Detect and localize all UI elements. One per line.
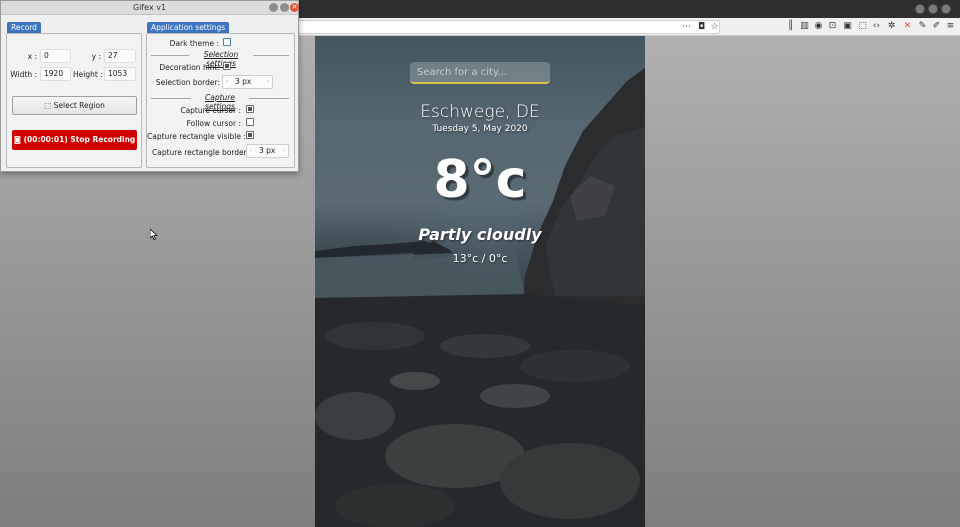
- divider: [151, 98, 191, 99]
- divider: [253, 55, 289, 56]
- url-bar[interactable]: ⋯ ◘ ☆: [296, 20, 720, 34]
- pen-icon[interactable]: ✐: [931, 21, 942, 32]
- decrement-icon[interactable]: ‹: [226, 76, 228, 88]
- city-name: Eschwege, DE: [420, 102, 540, 122]
- region-icon: ⬚: [44, 101, 52, 110]
- record-icon: ◙: [13, 135, 21, 144]
- weather-condition: Partly cloudly: [418, 225, 542, 244]
- capture-rect-border-spinbox[interactable]: ‹ 3 px ›: [246, 144, 289, 158]
- select-region-label: Select Region: [53, 101, 105, 110]
- tab-record[interactable]: Record: [7, 22, 41, 33]
- gifex-window: Gifex v1 ✕ Record x : 0 y : 27 Width : 1…: [0, 0, 299, 172]
- selection-border-value: 3 px: [235, 77, 252, 86]
- decrement-icon[interactable]: ‹: [250, 145, 252, 157]
- library-icon[interactable]: ║: [785, 21, 796, 32]
- maximize-icon[interactable]: [280, 3, 289, 12]
- minimize-icon[interactable]: [269, 3, 278, 12]
- weather-app: Eschwege, DE Tuesday 5, May 2020 8°c Par…: [315, 36, 645, 527]
- settings-icon[interactable]: ✲: [886, 21, 897, 32]
- capture-rect-border-value: 3 px: [259, 146, 276, 155]
- height-input[interactable]: 1053: [104, 67, 136, 81]
- decoration-hint-label: Decoration hint:: [159, 63, 220, 72]
- width-input[interactable]: 1920: [40, 67, 71, 81]
- capture-cursor-checkbox[interactable]: [246, 105, 254, 113]
- width-label: Width :: [10, 70, 37, 79]
- follow-cursor-label: Follow cursor :: [186, 119, 241, 128]
- divider: [151, 55, 189, 56]
- temperature-range: 13°c / 0°c: [452, 252, 508, 265]
- pocket-icon[interactable]: ◘: [696, 22, 707, 33]
- bookmark-star-icon[interactable]: ☆: [709, 22, 720, 33]
- devtools-icon[interactable]: ‹›: [871, 21, 882, 32]
- y-label: y :: [91, 52, 101, 61]
- account-icon[interactable]: ◉: [813, 21, 824, 32]
- x-input[interactable]: 0: [40, 49, 71, 63]
- selection-border-spinbox[interactable]: ‹ 3 px ›: [222, 75, 273, 89]
- x-label: x :: [27, 52, 37, 61]
- tab-application-settings[interactable]: Application settings: [147, 22, 230, 33]
- increment-icon[interactable]: ›: [283, 145, 285, 157]
- capture-rect-visible-checkbox[interactable]: [246, 131, 254, 139]
- eyedropper-icon[interactable]: ✎: [917, 21, 928, 32]
- dark-theme-checkbox[interactable]: [223, 38, 231, 46]
- capture-rect-border-label: Capture rectangle border :: [152, 148, 252, 157]
- select-region-button[interactable]: ⬚ Select Region: [12, 96, 137, 115]
- date-label: Tuesday 5, May 2020: [432, 124, 528, 134]
- dark-theme-label: Dark theme :: [169, 39, 219, 48]
- close-icon[interactable]: [941, 4, 951, 14]
- window-title: Gifex v1: [132, 3, 167, 12]
- screenshot-icon[interactable]: ⊡: [827, 21, 838, 32]
- gifex-titlebar[interactable]: Gifex v1 ✕: [1, 1, 299, 15]
- stop-recording-button[interactable]: ◙ (00:00:01) Stop Recording: [12, 130, 137, 150]
- sidebar-icon[interactable]: ▥: [799, 21, 810, 32]
- maximize-icon[interactable]: [928, 4, 938, 14]
- more-actions-icon[interactable]: ⋯: [681, 22, 692, 33]
- height-label: Height :: [73, 70, 103, 79]
- close-tools-icon[interactable]: ✕: [902, 21, 913, 32]
- follow-cursor-checkbox[interactable]: [246, 118, 254, 126]
- close-icon[interactable]: ✕: [290, 3, 299, 12]
- divider: [249, 98, 289, 99]
- minimize-icon[interactable]: [915, 4, 925, 14]
- mouse-cursor-icon: [150, 229, 158, 240]
- capture-cursor-label: Capture cursor :: [180, 106, 241, 115]
- capture-rect-visible-label: Capture rectangle visible :: [147, 132, 246, 141]
- temperature: 8°c: [433, 150, 527, 210]
- selection-border-label: Selection border:: [155, 78, 220, 87]
- menu-icon[interactable]: ≡: [945, 21, 956, 32]
- increment-icon[interactable]: ›: [267, 76, 269, 88]
- city-search-input[interactable]: [410, 62, 550, 84]
- extension-icon[interactable]: ⬚: [857, 21, 868, 32]
- extension-icon[interactable]: ▣: [842, 21, 853, 32]
- stop-recording-label: (00:00:01) Stop Recording: [23, 135, 136, 144]
- y-input[interactable]: 27: [104, 49, 136, 63]
- decoration-hint-checkbox[interactable]: [223, 62, 231, 70]
